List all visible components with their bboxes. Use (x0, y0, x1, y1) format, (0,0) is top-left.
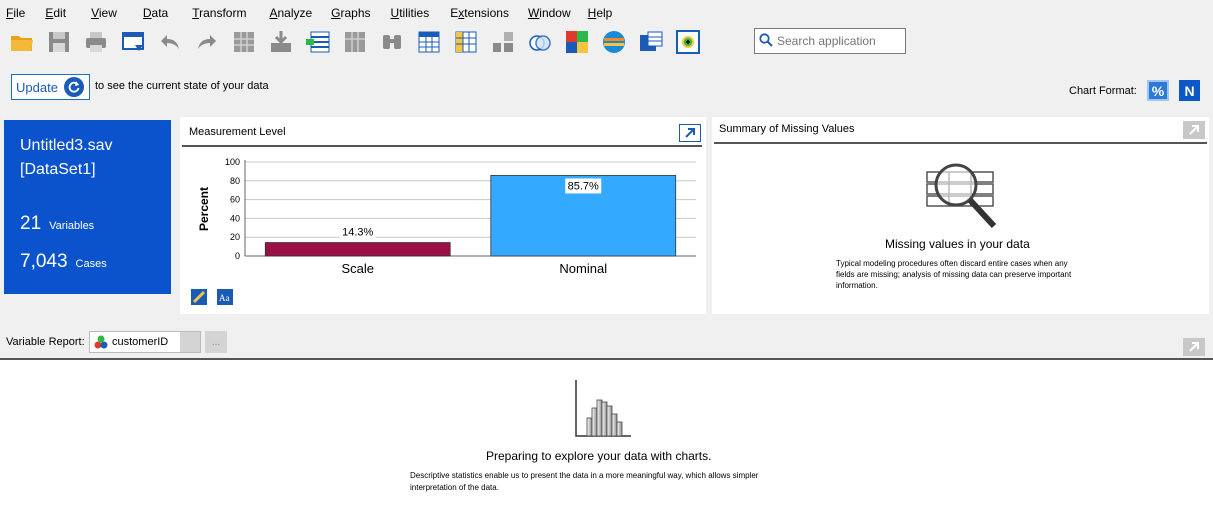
variables-stat: 21 Variables (20, 213, 94, 235)
menu-utilities[interactable]: Utilities (391, 6, 436, 20)
save-icon[interactable] (45, 28, 73, 56)
use-variable-sets-icon[interactable] (637, 28, 665, 56)
svg-text:Aa: Aa (219, 293, 230, 303)
panel-divider (182, 145, 702, 147)
menu-window[interactable]: Window (528, 6, 577, 20)
redo-icon[interactable] (193, 28, 221, 56)
y-tick-label: 0 (235, 251, 240, 261)
update-hint: to see the current state of your data (95, 80, 269, 92)
menu-edit[interactable]: Edit (45, 6, 72, 20)
edit-chart-icon[interactable] (191, 289, 207, 305)
magnifier-table-icon (924, 160, 999, 230)
explore-heading: Preparing to explore your data with char… (486, 449, 712, 463)
expand-icon[interactable] (679, 124, 701, 142)
search-input[interactable] (777, 34, 905, 48)
undo-icon[interactable] (156, 28, 184, 56)
variable-select-value: customerID (112, 336, 169, 348)
nominal-variable-icon (94, 335, 108, 349)
menu-data[interactable]: Data (143, 6, 174, 20)
y-tick-label: 60 (230, 195, 240, 205)
dataset-card: Untitled3.sav [DataSet1] 21 Variables 7,0… (4, 120, 171, 294)
search-box[interactable] (754, 28, 906, 54)
menu-extensions[interactable]: Extensions (450, 6, 515, 20)
update-button[interactable]: Update (11, 74, 90, 100)
y-tick-label: 80 (230, 176, 240, 186)
missing-values-heading: Missing values in your data (885, 237, 1030, 251)
menu-analyze[interactable]: Analyze (269, 6, 318, 20)
update-label: Update (16, 79, 58, 95)
explore-description: Descriptive statistics enable us to pres… (410, 471, 759, 492)
variables-label: Variables (49, 220, 95, 232)
variables-icon[interactable] (304, 28, 332, 56)
find-icon[interactable] (378, 28, 406, 56)
text-style-icon[interactable]: Aa (217, 289, 233, 305)
expand-icon[interactable] (1183, 121, 1205, 139)
search-icon (759, 32, 773, 50)
dataset-name: [DataSet1] (20, 161, 96, 178)
expand-icon[interactable] (1183, 338, 1205, 356)
open-folder-icon[interactable] (8, 28, 36, 56)
menu-transform[interactable]: Transform (192, 6, 252, 20)
recall-dialog-icon[interactable] (119, 28, 147, 56)
chart-format-label: Chart Format: (1069, 85, 1137, 97)
missing-values-description: Typical modeling procedures often discar… (836, 259, 1072, 290)
menu-bar: File Edit View Data Transform Analyze Graphs Ut… (0, 0, 1213, 26)
refresh-icon (63, 77, 84, 97)
y-tick-label: 40 (230, 213, 240, 223)
data-label: 14.3% (342, 227, 373, 239)
variable-report-label: Variable Report: (6, 336, 85, 348)
y-tick-label: 100 (225, 157, 240, 167)
menu-view[interactable]: View (91, 6, 123, 20)
cases-label: Cases (75, 258, 107, 270)
value-labels-icon[interactable] (600, 28, 628, 56)
variables-count: 21 (20, 213, 42, 234)
cases-stat: 7,043 Cases (20, 251, 107, 273)
panel-divider (714, 142, 1207, 144)
measurement-chart: 0 20 40 60 80 100 Percent 14.3% Scale 85.7% Nomina… (197, 157, 696, 276)
select-cases-icon[interactable] (563, 28, 591, 56)
x-tick-label: Scale (341, 261, 374, 276)
go-to-case-icon[interactable] (230, 28, 258, 56)
y-axis-label: Percent (197, 187, 211, 231)
menu-help[interactable]: Help (588, 6, 619, 20)
run-descriptives-icon[interactable] (341, 28, 369, 56)
spelling-icon[interactable] (674, 28, 702, 56)
print-icon[interactable] (82, 28, 110, 56)
histogram-icon (573, 380, 631, 438)
bar-scale (264, 242, 451, 257)
menu-graphs[interactable]: Graphs (331, 6, 376, 20)
dataset-file: Untitled3.sav (20, 137, 113, 154)
count-format-button[interactable]: N (1179, 80, 1200, 101)
variable-select[interactable]: customerID (89, 331, 201, 353)
measurement-title: Measurement Level (189, 126, 286, 138)
weight-cases-icon[interactable] (526, 28, 554, 56)
x-tick-label: Nominal (559, 261, 607, 276)
menu-file[interactable]: File (6, 6, 31, 20)
cases-count: 7,043 (20, 251, 68, 272)
y-tick-label: 20 (230, 232, 240, 242)
insert-cases-icon[interactable] (415, 28, 443, 56)
go-to-variable-icon[interactable] (267, 28, 295, 56)
split-file-icon[interactable] (489, 28, 517, 56)
data-label: 85.7% (568, 180, 599, 192)
dropdown-arrow-icon[interactable] (180, 332, 200, 352)
missing-values-title: Summary of Missing Values (719, 123, 855, 135)
more-button[interactable]: ... (205, 331, 227, 353)
percent-format-button[interactable]: % (1147, 80, 1169, 101)
toolbar (0, 26, 1213, 58)
insert-variable-icon[interactable] (452, 28, 480, 56)
